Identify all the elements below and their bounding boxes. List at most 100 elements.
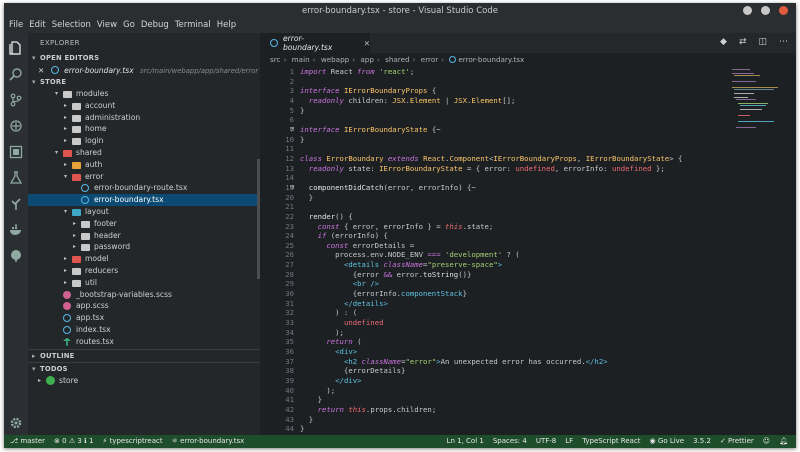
code-line: 3 interface IErrorBoundaryProps { <box>289 86 437 96</box>
language-server-status[interactable]: ⚡ typescriptreact <box>102 435 162 448</box>
prettier-status[interactable]: ✓ Prettier <box>720 435 754 448</box>
problems-status[interactable]: ⊗ 0 ⚠ 3 ℹ 1 <box>54 435 93 448</box>
tab-close-icon[interactable]: ✕ <box>364 39 370 48</box>
tree-folder[interactable]: ▸ account <box>28 100 260 112</box>
tree-folder[interactable]: ▸ home <box>28 123 260 135</box>
menu-help[interactable]: Help <box>214 19 239 33</box>
tree-file[interactable]: error-boundary-route.tsx <box>28 182 260 194</box>
window-title: error-boundary.tsx - store - Visual Stud… <box>302 6 498 16</box>
menu-terminal[interactable]: Terminal <box>172 19 214 33</box>
source-control-icon[interactable] <box>9 93 23 107</box>
docker-icon[interactable] <box>9 223 23 237</box>
extensions-icon[interactable] <box>9 145 23 159</box>
tree-folder[interactable]: ▾ layout <box>28 206 260 218</box>
close-button[interactable] <box>779 6 788 15</box>
search-icon[interactable] <box>9 67 23 81</box>
diamond-icon[interactable]: ◆ <box>720 37 727 47</box>
code-line: 22 render() { <box>285 211 353 221</box>
indentation-status[interactable]: Spaces: 4 <box>493 435 527 448</box>
tree-file[interactable]: index.tsx <box>28 324 260 336</box>
store-section[interactable]: ▾ STORE <box>28 77 260 88</box>
feedback-icon[interactable]: ☺ <box>763 435 770 448</box>
branch-status[interactable]: ⎇ master <box>10 435 45 448</box>
chevron-right-icon: ▸ <box>64 255 68 263</box>
chevron-right-icon: ▸ <box>32 352 36 360</box>
tree-folder[interactable]: ▸ auth <box>28 159 260 171</box>
react-file-icon <box>63 325 71 334</box>
tree-folder[interactable]: ▸ model <box>28 253 260 265</box>
tree-item-label: reducers <box>85 265 119 275</box>
files-icon[interactable] <box>9 41 23 55</box>
code-line: 29 <br /> <box>285 279 380 289</box>
chevron-right-icon: ▸ <box>64 278 68 286</box>
tree-item-label: modules <box>76 89 109 98</box>
minimap[interactable] <box>730 67 784 137</box>
menu-selection[interactable]: Selection <box>49 19 94 33</box>
breadcrumb-webapp[interactable]: webapp <box>321 55 349 64</box>
code-editor[interactable]: 1 import React from 'react'; 2 3 interface… <box>260 67 725 434</box>
tree-folder[interactable]: ▸ login <box>28 135 260 147</box>
tree-folder[interactable]: ▸ password <box>28 241 260 253</box>
open-editors-section[interactable]: ▾ OPEN EDITORS <box>28 53 260 64</box>
ts-version[interactable]: 3.5.2 <box>693 435 711 448</box>
gear-icon[interactable] <box>9 416 23 430</box>
debug-icon[interactable] <box>9 119 23 133</box>
tree-file[interactable]: _bootstrap-variables.scss <box>28 289 260 301</box>
tree-folder[interactable]: ▸ footer <box>28 218 260 230</box>
tree-folder[interactable]: ▸ administration <box>28 112 260 124</box>
code-line: 30 {errorInfo.componentStack} <box>285 289 467 299</box>
tree-folder[interactable]: ▸ reducers <box>28 265 260 277</box>
language-mode[interactable]: TypeScript React <box>582 435 640 448</box>
breadcrumb-error[interactable]: error <box>421 55 438 64</box>
maximize-button[interactable] <box>761 6 770 15</box>
editor-scrollbar[interactable] <box>788 67 794 433</box>
menu-edit[interactable]: Edit <box>26 19 48 33</box>
notifications-icon[interactable]: 🔔︎ <box>779 435 788 448</box>
breadcrumb-app[interactable]: app <box>360 55 374 64</box>
menu-view[interactable]: View <box>94 19 120 33</box>
go-live-button[interactable]: ◉ Go Live <box>650 435 685 448</box>
compare-icon[interactable]: ⇄ <box>739 37 747 47</box>
tree-file[interactable]: app.tsx <box>28 312 260 324</box>
tree-file[interactable]: routes.tsx <box>28 336 260 348</box>
tab-error-boundary[interactable]: error-boundary.tsx ✕ <box>260 33 370 53</box>
menu-debug[interactable]: Debug <box>138 19 172 33</box>
tree-folder[interactable]: ▾ shared <box>28 147 260 159</box>
breadcrumb-src[interactable]: src <box>270 55 281 64</box>
tab-label: error-boundary.tsx <box>282 34 333 52</box>
tree-file[interactable]: error-boundary.tsx <box>28 194 260 206</box>
breadcrumb-main[interactable]: main <box>292 55 310 64</box>
code-line: 34 ); <box>285 327 344 337</box>
encoding-status[interactable]: UTF-8 <box>536 435 556 448</box>
open-editor-item[interactable]: ✕ error-boundary.tsx src/main/webapp/app… <box>28 64 260 77</box>
menu-go[interactable]: Go <box>120 19 138 33</box>
more-icon[interactable]: ⋯ <box>779 37 788 47</box>
tree-folder[interactable]: ▸ header <box>28 230 260 242</box>
git-icon[interactable] <box>9 249 23 263</box>
todos-item[interactable]: ▸ store <box>28 374 260 387</box>
tree-item-label: index.tsx <box>76 324 111 334</box>
tree-folder[interactable]: ▾ error <box>28 171 260 183</box>
minimize-button[interactable] <box>743 6 752 15</box>
tree-folder[interactable]: ▾ modules <box>28 88 260 100</box>
tree-file[interactable]: app.scss <box>28 300 260 312</box>
chevron-down-icon: ▾ <box>55 90 59 97</box>
tree-icon[interactable] <box>9 197 23 211</box>
menu-bar: File Edit Selection View Go Debug Termin… <box>4 19 796 33</box>
tree-folder[interactable]: ▸ util <box>28 277 260 289</box>
code-line: 28 {error && error.toString()} <box>285 269 472 279</box>
close-icon[interactable]: ✕ <box>38 66 44 75</box>
react-file-icon <box>81 184 89 193</box>
eol-status[interactable]: LF <box>565 435 573 448</box>
menu-file[interactable]: File <box>6 19 26 33</box>
current-file-status[interactable]: ⚛ error-boundary.tsx <box>172 435 245 448</box>
split-editor-icon[interactable]: ◫ <box>758 37 767 47</box>
test-icon[interactable] <box>9 171 23 185</box>
todos-section[interactable]: ▾ TODOS ▸ store <box>28 362 260 387</box>
outline-section[interactable]: ▸ OUTLINE <box>28 349 260 361</box>
breadcrumb-file[interactable]: error-boundary.tsx <box>458 55 524 64</box>
cursor-position[interactable]: Ln 1, Col 1 <box>447 435 484 448</box>
code-line: 33 undefined <box>285 318 384 328</box>
code-line: 24 if (errorInfo) { <box>285 231 388 241</box>
breadcrumb-shared[interactable]: shared <box>385 55 410 64</box>
